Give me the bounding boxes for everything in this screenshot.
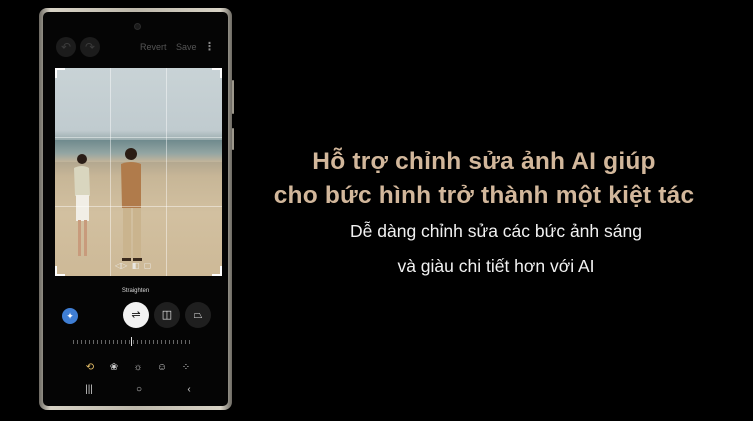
couple-photo: [74, 148, 142, 261]
crop-grid-line: [166, 68, 167, 276]
horizontal-perspective-icon[interactable]: ⏢: [185, 302, 211, 328]
phone-screen: ↶ ↷ Revert Save ⋮ ◁▷ ◧ ▢ Straighten ✦ ⇌ …: [43, 12, 228, 406]
save-button[interactable]: Save: [176, 42, 197, 52]
recents-icon[interactable]: |||: [82, 384, 96, 395]
transform-icon[interactable]: ⟲: [83, 361, 97, 375]
filters-icon[interactable]: ❀: [107, 361, 121, 375]
straighten-icon[interactable]: ⇌: [123, 302, 149, 328]
promo-headline-line1: Hỗ trợ chỉnh sửa ảnh AI giúp: [312, 148, 656, 175]
undo-icon[interactable]: ↶: [56, 37, 76, 57]
promo-headline-line2: cho bức hình trở thành một kiệt tác: [273, 182, 695, 209]
crop-grid-line: [55, 206, 222, 207]
crop-grid-line: [110, 68, 111, 276]
power-button: [232, 128, 234, 150]
crop-grid-line: [55, 137, 222, 138]
revert-button[interactable]: Revert: [140, 42, 167, 52]
straighten-label: Straighten: [121, 288, 150, 294]
vertical-perspective-icon[interactable]: ◫: [154, 302, 180, 328]
crop-handle-top-left[interactable]: [55, 68, 65, 78]
bottom-toolbar: ⟲ ❀ ☼ ☺ ⁘: [43, 361, 228, 375]
front-camera: [134, 23, 141, 30]
phone-mockup: ↶ ↷ Revert Save ⋮ ◁▷ ◧ ▢ Straighten ✦ ⇌ …: [39, 8, 234, 410]
crop-handle-bottom-left[interactable]: [55, 266, 65, 276]
back-icon[interactable]: ‹: [182, 384, 196, 395]
photo-canvas[interactable]: ◁▷ ◧ ▢: [55, 68, 222, 276]
crop-handle-top-right[interactable]: [212, 68, 222, 78]
home-icon[interactable]: ○: [132, 384, 146, 395]
redo-icon[interactable]: ↷: [80, 37, 100, 57]
more-vertical-icon[interactable]: ⋮: [204, 40, 215, 53]
flip-rotate-icons[interactable]: ◁▷ ◧ ▢: [115, 261, 151, 270]
more-tools-icon[interactable]: ⁘: [179, 361, 193, 375]
promo-subtitle-line2: và giàu chi tiết hơn với AI: [397, 256, 595, 276]
promo-subtitle-line1: Dễ dàng chỉnh sửa các bức ảnh sáng: [350, 221, 642, 241]
auto-enhance-icon[interactable]: ✦: [62, 308, 78, 324]
angle-slider-thumb[interactable]: [131, 337, 132, 346]
volume-button: [232, 80, 234, 114]
adjust-brightness-icon[interactable]: ☼: [131, 361, 145, 375]
crop-handle-bottom-right[interactable]: [212, 266, 222, 276]
stickers-icon[interactable]: ☺: [155, 361, 169, 375]
angle-slider[interactable]: [73, 340, 193, 344]
